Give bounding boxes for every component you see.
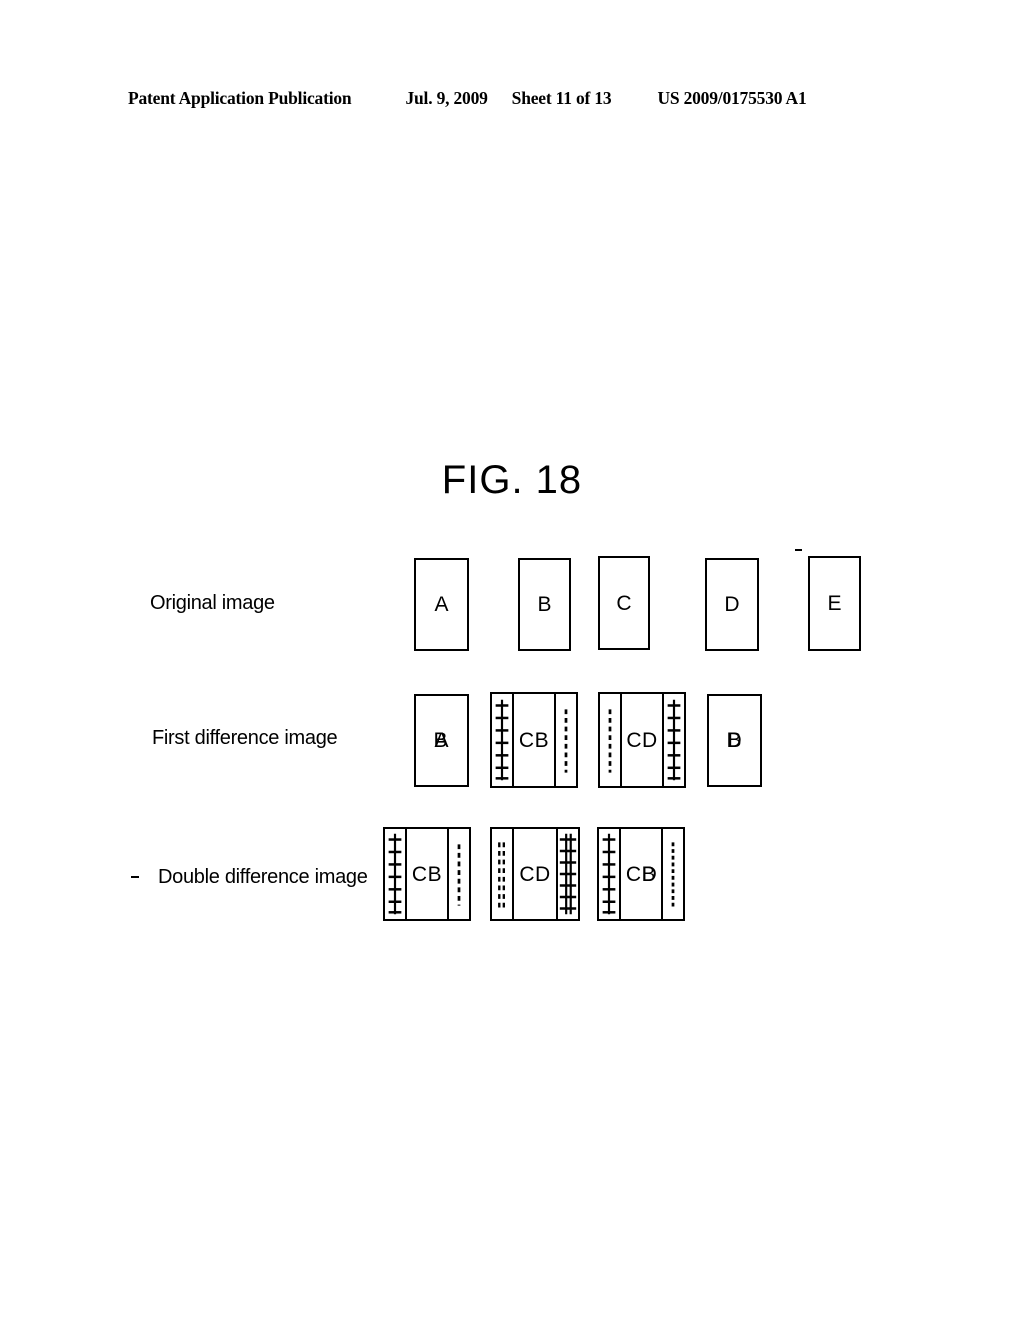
figure-18-diagram: Original image First difference image Do…	[0, 0, 1024, 1320]
box-letter: C	[625, 862, 642, 886]
original-image-box-a: A	[414, 558, 469, 651]
box-letter: B	[534, 728, 550, 752]
strip-dashed	[554, 694, 576, 786]
box-letter: D	[535, 862, 551, 886]
overlapped-letters: BD	[642, 864, 657, 885]
composite-core: CD	[622, 694, 662, 786]
box-letter: B	[427, 862, 443, 886]
overlapped-letters: B D	[726, 729, 742, 752]
composite-core: CB	[514, 694, 554, 786]
box-letter: C	[518, 728, 535, 752]
print-speck	[795, 549, 802, 551]
original-image-box-b: B	[518, 558, 571, 651]
strip-dashed	[600, 694, 622, 786]
strip-cross-ticks	[599, 829, 621, 919]
row-label-double-difference-image: Double difference image	[158, 866, 368, 888]
composite-core: CB	[407, 829, 447, 919]
original-image-box-c: C	[598, 556, 650, 650]
strip-dashed	[447, 829, 469, 919]
row-label-first-difference-image: First difference image	[152, 727, 338, 749]
strip-cross-ticks	[662, 694, 684, 786]
original-image-box-d: D	[705, 558, 759, 651]
strip-dashed	[661, 829, 683, 919]
strip-cross-ticks	[556, 829, 578, 919]
box-letter: B	[537, 593, 552, 616]
row-label-original-image: Original image	[150, 592, 275, 614]
box-letter: D	[642, 728, 658, 752]
first-difference-box-ab: A B	[414, 694, 469, 787]
double-difference-composite-cb-1: CB	[383, 827, 471, 921]
first-difference-composite-cb: CB	[490, 692, 578, 788]
strip-cross-ticks	[385, 829, 407, 919]
box-letter-overprint: D	[641, 862, 658, 886]
box-letter: E	[827, 592, 842, 615]
first-difference-box-bd: B D	[707, 694, 762, 787]
box-letter: C	[411, 862, 428, 886]
strip-cross-ticks	[492, 694, 514, 786]
box-letter-overprint: D	[726, 729, 742, 752]
original-image-box-e: E	[808, 556, 861, 651]
box-letter: D	[724, 593, 740, 616]
print-speck	[131, 876, 139, 878]
overlapped-letters: A B	[433, 729, 448, 752]
strip-dashed	[492, 829, 514, 919]
composite-core: CBD	[621, 829, 661, 919]
box-letter: C	[616, 591, 632, 615]
box-letter-overprint: B	[433, 729, 448, 752]
first-difference-composite-cd: CD	[598, 692, 686, 788]
double-difference-composite-cb-2: CBD	[597, 827, 685, 921]
double-difference-composite-cd: CD	[490, 827, 580, 921]
composite-core: CD	[514, 829, 556, 919]
box-letter: C	[519, 862, 535, 886]
box-letter: A	[434, 593, 449, 616]
box-letter: C	[626, 728, 642, 752]
